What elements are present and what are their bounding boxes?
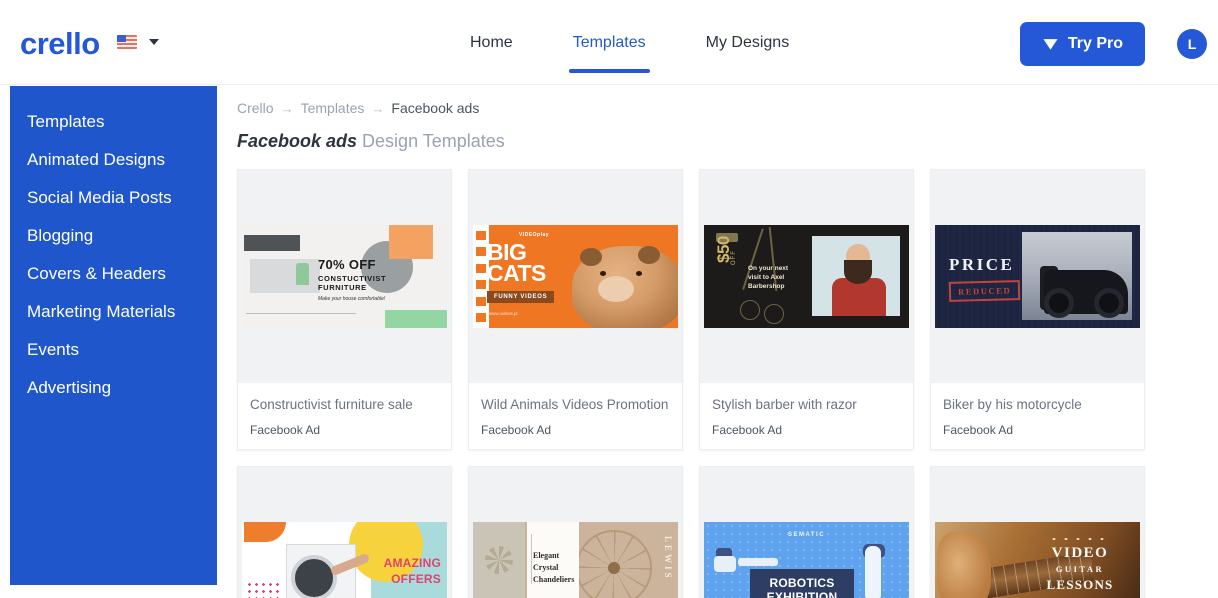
avatar[interactable]: L bbox=[1177, 29, 1207, 59]
template-thumbnail: AMAZING OFFERS bbox=[238, 467, 451, 598]
page-title: Facebook ads Design Templates bbox=[237, 131, 505, 152]
sidebar-item-marketing-materials[interactable]: Marketing Materials bbox=[10, 293, 217, 331]
page-title-suffix: Design Templates bbox=[357, 131, 505, 151]
template-card[interactable]: PRICE REDUCED Biker by his motorcycle Fa… bbox=[930, 169, 1145, 451]
template-card[interactable]: AMAZING OFFERS bbox=[237, 466, 452, 598]
template-artwork: VIDEO GUITAR LESSONS bbox=[935, 522, 1140, 598]
artwork-tagline: Make your house comfortable! bbox=[318, 295, 386, 302]
breadcrumb: Crello → Templates → Facebook ads bbox=[237, 100, 479, 116]
breadcrumb-item-templates[interactable]: Templates bbox=[301, 100, 365, 116]
artwork-stamp: REDUCED bbox=[948, 280, 1021, 302]
template-artwork: Elegant Crystal Chandeliers LEWIS bbox=[473, 522, 678, 598]
template-card[interactable]: Elegant Crystal Chandeliers LEWIS bbox=[468, 466, 683, 598]
template-artwork: AMAZING OFFERS bbox=[242, 522, 447, 598]
template-artwork: SEMATIC ROBOTICS EXHIBITION bbox=[704, 522, 909, 598]
try-pro-label: Try Pro bbox=[1067, 35, 1123, 52]
main-content: Crello → Templates → Facebook ads Facebo… bbox=[217, 86, 1218, 598]
diamond-icon bbox=[1043, 39, 1058, 50]
crello-logo[interactable]: crello bbox=[20, 26, 100, 62]
artwork-off: OFF bbox=[731, 250, 737, 265]
artwork-headline: 70% OFF bbox=[318, 257, 376, 272]
card-subtitle: Facebook Ad bbox=[481, 423, 552, 438]
try-pro-button[interactable]: Try Pro bbox=[1019, 22, 1145, 66]
breadcrumb-arrow-icon: → bbox=[280, 100, 294, 116]
nav-item-home[interactable]: Home bbox=[440, 0, 543, 85]
breadcrumb-item-crello[interactable]: Crello bbox=[237, 100, 274, 116]
template-thumbnail: VIDEO GUITAR LESSONS bbox=[931, 467, 1144, 598]
template-card[interactable]: $50 OFF On your next visit to Axel Barbe… bbox=[699, 169, 914, 451]
card-title: Wild Animals Videos Promotion bbox=[481, 397, 669, 412]
sidebar-item-advertising[interactable]: Advertising bbox=[10, 369, 217, 407]
chevron-down-icon bbox=[149, 39, 159, 45]
template-grid: 70% OFF CONSTUCTIVIST FURNITURE Make your… bbox=[237, 169, 1197, 598]
sidebar: Templates Animated Designs Social Media … bbox=[10, 86, 217, 585]
template-thumbnail: Elegant Crystal Chandeliers LEWIS bbox=[469, 467, 682, 598]
language-selector[interactable] bbox=[117, 35, 159, 49]
sidebar-item-animated-designs[interactable]: Animated Designs bbox=[10, 141, 217, 179]
breadcrumb-arrow-icon: → bbox=[371, 100, 385, 116]
artwork-caption: On your next visit to Axel Barbershop bbox=[748, 265, 789, 290]
template-card[interactable]: 70% OFF CONSTUCTIVIST FURNITURE Make your… bbox=[237, 169, 452, 451]
template-artwork: PRICE REDUCED bbox=[935, 225, 1140, 328]
primary-nav: Home Templates My Designs bbox=[440, 0, 819, 85]
template-artwork: VIDEOplay BIG CATS FUNNY VIDEOS www.video… bbox=[473, 225, 678, 328]
card-subtitle: Facebook Ad bbox=[712, 423, 783, 438]
sidebar-item-events[interactable]: Events bbox=[10, 331, 217, 369]
nav-item-my-designs[interactable]: My Designs bbox=[676, 0, 820, 85]
artwork-brand: SEMATIC bbox=[787, 532, 826, 539]
breadcrumb-item-facebook-ads: Facebook ads bbox=[391, 100, 480, 116]
artwork-url: www.videos.pl bbox=[489, 311, 518, 316]
template-thumbnail: 70% OFF CONSTUCTIVIST FURNITURE Make your… bbox=[238, 170, 451, 383]
artwork-tag: FUNNY VIDEOS bbox=[487, 291, 555, 303]
card-title: Biker by his motorcycle bbox=[943, 397, 1082, 412]
template-thumbnail: SEMATIC ROBOTICS EXHIBITION bbox=[700, 467, 913, 598]
artwork-line-2: GUITAR bbox=[1055, 564, 1105, 575]
card-subtitle: Facebook Ad bbox=[943, 423, 1014, 438]
card-subtitle: Facebook Ad bbox=[250, 423, 321, 438]
artwork-line-3: LESSONS bbox=[1046, 577, 1114, 593]
sidebar-item-social-media-posts[interactable]: Social Media Posts bbox=[10, 179, 217, 217]
sidebar-item-covers-headers[interactable]: Covers & Headers bbox=[10, 255, 217, 293]
nav-item-templates[interactable]: Templates bbox=[543, 0, 676, 85]
template-card[interactable]: VIDEO GUITAR LESSONS bbox=[930, 466, 1145, 598]
template-artwork: 70% OFF CONSTUCTIVIST FURNITURE Make your… bbox=[242, 225, 447, 328]
page-title-category: Facebook ads bbox=[237, 131, 358, 151]
artwork-line-1: VIDEO bbox=[1051, 545, 1109, 562]
sidebar-item-templates[interactable]: Templates bbox=[10, 103, 217, 141]
card-title: Constructivist furniture sale bbox=[250, 397, 413, 412]
template-artwork: $50 OFF On your next visit to Axel Barbe… bbox=[704, 225, 909, 328]
artwork-brand: VIDEOplay bbox=[519, 232, 550, 238]
top-header: crello Home Templates My Designs Try Pro… bbox=[0, 0, 1218, 85]
sidebar-item-blogging[interactable]: Blogging bbox=[10, 217, 217, 255]
template-thumbnail: PRICE REDUCED bbox=[931, 170, 1144, 383]
template-thumbnail: $50 OFF On your next visit to Axel Barbe… bbox=[700, 170, 913, 383]
template-card[interactable]: VIDEOplay BIG CATS FUNNY VIDEOS www.video… bbox=[468, 169, 683, 451]
us-flag-icon bbox=[117, 35, 137, 49]
artwork-headline: PRICE bbox=[949, 255, 1015, 274]
template-card[interactable]: SEMATIC ROBOTICS EXHIBITION bbox=[699, 466, 914, 598]
artwork-vertical-text: LEWIS bbox=[663, 536, 673, 581]
template-thumbnail: VIDEOplay BIG CATS FUNNY VIDEOS www.video… bbox=[469, 170, 682, 383]
card-title: Stylish barber with razor bbox=[712, 397, 857, 412]
